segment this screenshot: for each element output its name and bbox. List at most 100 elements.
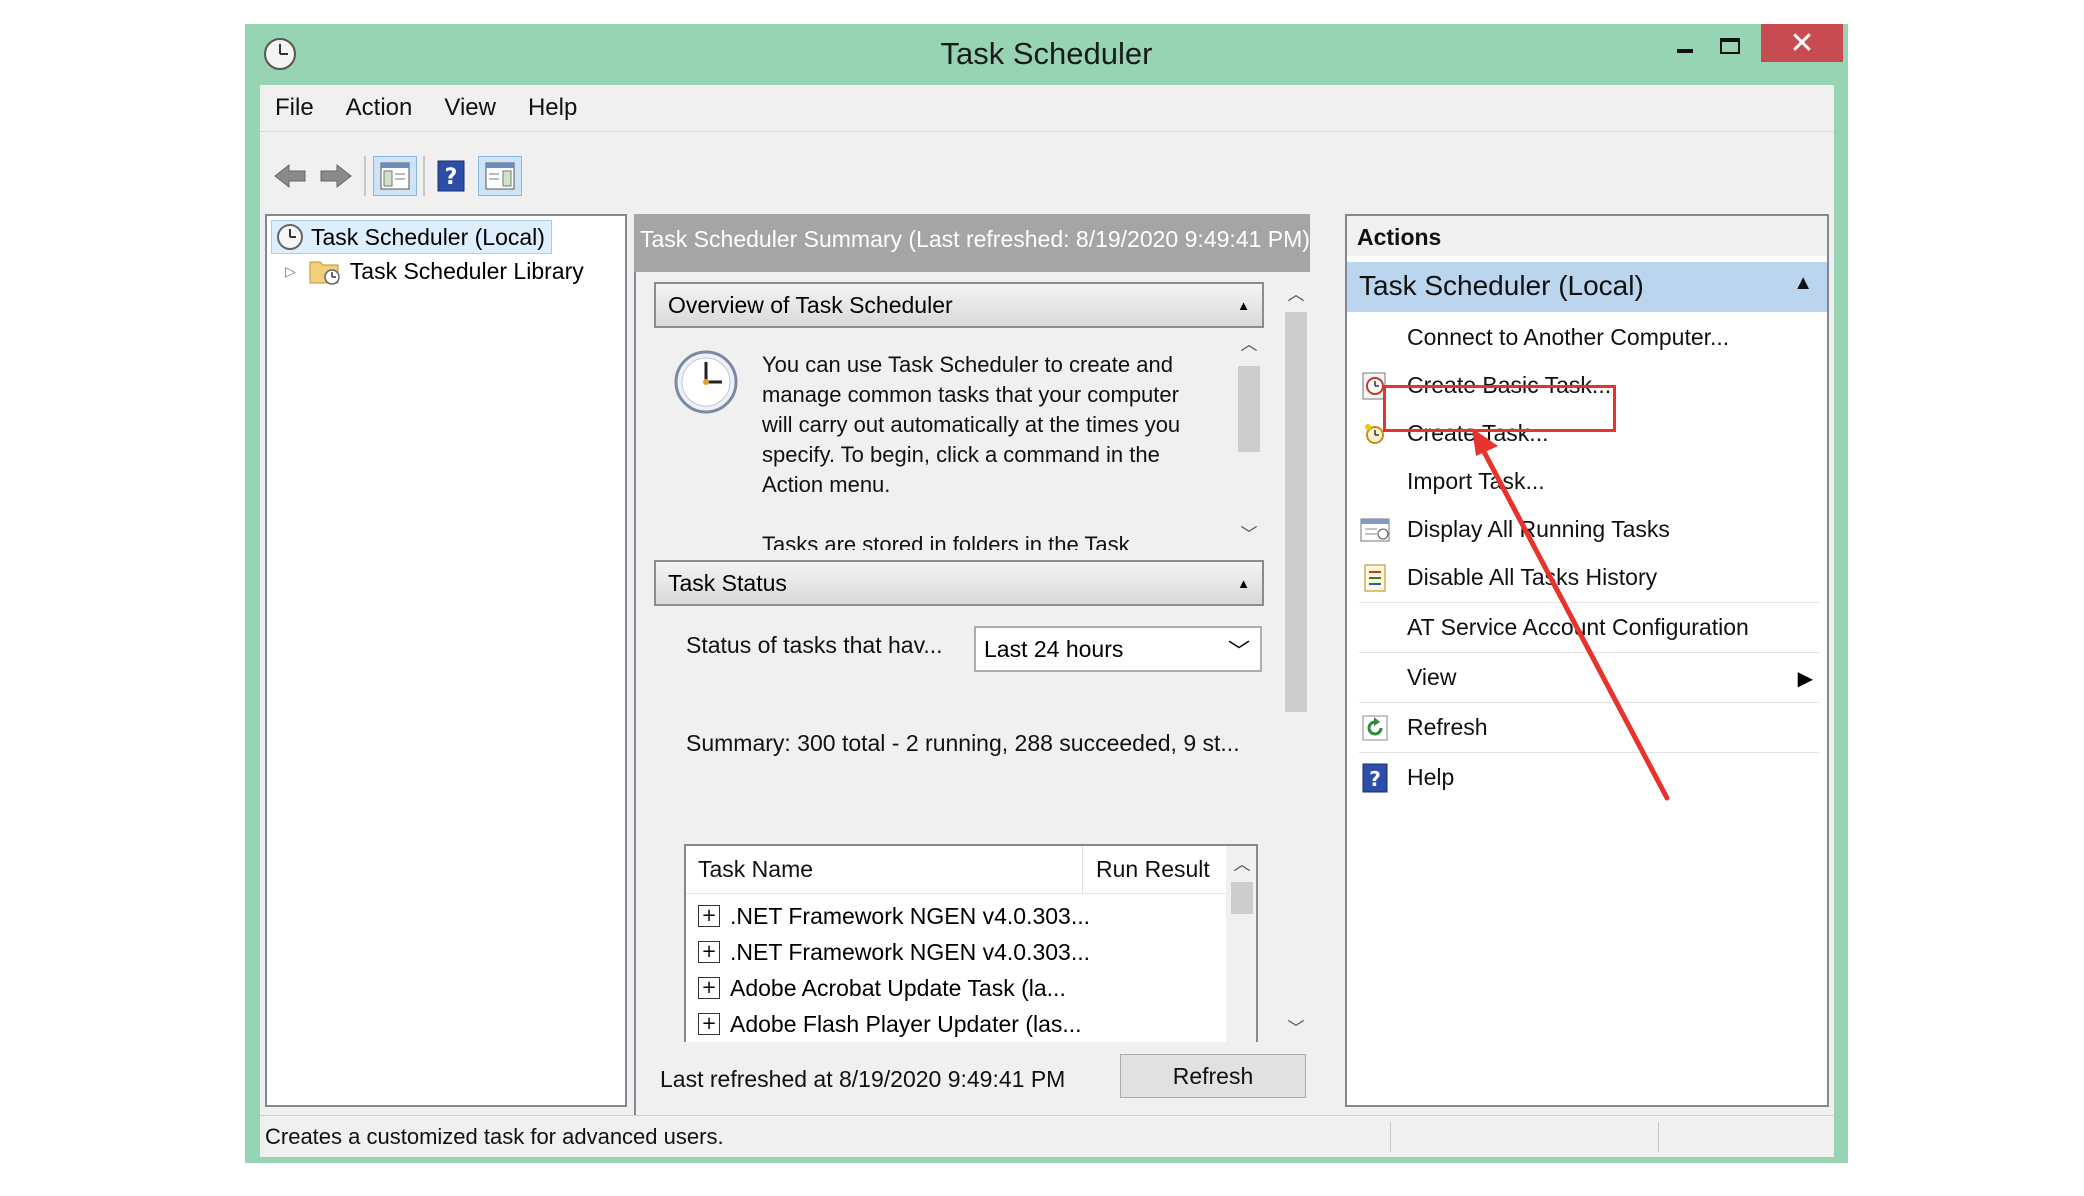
show-hide-console-tree-button[interactable] [373,156,417,196]
title-bar[interactable]: Task Scheduler ✕ [245,24,1848,84]
scroll-thumb[interactable] [1231,882,1253,914]
summary-pane: Task Scheduler Summary (Last refreshed: … [634,214,1310,1123]
expand-plus-icon[interactable]: + [698,905,720,927]
table-row[interactable]: + Adobe Acrobat Update Task (la... [698,970,1066,1006]
action-help[interactable]: ? Help [1347,758,1827,800]
overview-box: You can use Task Scheduler to create and… [656,330,1264,550]
status-text: Creates a customized task for advanced u… [265,1124,724,1149]
svg-text:?: ? [1369,767,1381,791]
maximize-icon [1720,38,1740,54]
minimize-icon [1677,49,1693,53]
section-title: Task Status [668,570,787,596]
dropdown-value: Last 24 hours [984,636,1124,662]
menu-bar: File Action View Help [260,85,1834,131]
menu-action[interactable]: Action [346,94,413,122]
action-label: View [1407,664,1457,690]
action-at-service-config[interactable]: AT Service Account Configuration [1347,608,1827,650]
refresh-button[interactable]: Refresh [1120,1054,1306,1098]
table-row[interactable]: + .NET Framework NGEN v4.0.303... [698,898,1090,934]
summary-content: Overview of Task Scheduler ▲ You can use… [634,272,1282,1052]
scroll-down-icon[interactable]: ﹀ [1282,1014,1310,1039]
tree-item-task-scheduler-local[interactable]: Task Scheduler (Local) [271,220,552,254]
summary-scrollbar[interactable]: ︿ ﹀ [1282,272,1310,1042]
scroll-up-icon[interactable]: ︿ [1282,280,1310,305]
clock-icon [674,350,738,414]
refresh-icon [1362,715,1388,741]
scroll-up-icon[interactable]: ︿ [1234,330,1264,355]
grid-header: Task Name Run Result [686,846,1226,894]
actions-group-header[interactable]: Task Scheduler (Local) ▲ [1347,262,1827,312]
column-divider[interactable] [1082,846,1083,894]
overview-scrollbar[interactable]: ︿ ﹀ [1234,330,1264,550]
action-label: Help [1407,764,1455,790]
expand-plus-icon[interactable]: + [698,941,720,963]
status-filter-label: Status of tasks that hav... [686,632,943,658]
table-row[interactable]: + Adobe Flash Player Updater (las... [698,1006,1082,1042]
action-connect-computer[interactable]: Connect to Another Computer... [1347,318,1827,360]
status-period-dropdown[interactable]: Last 24 hours ﹀ [974,626,1262,672]
collapse-icon[interactable]: ▲ [1237,576,1250,591]
task-status-grid: Task Name Run Result + .NET Framework NGE… [684,844,1258,1052]
action-display-running-tasks[interactable]: Display All Running Tasks [1347,510,1827,552]
table-row[interactable]: + .NET Framework NGEN v4.0.303... [698,934,1090,970]
forward-button[interactable] [316,156,356,196]
task-name: Adobe Acrobat Update Task (la... [730,974,1066,1001]
help-button[interactable]: ? [432,156,470,196]
actions-pane: Actions Task Scheduler (Local) ▲ Connect… [1345,214,1829,1107]
help-icon: ? [1362,763,1388,793]
action-view-submenu[interactable]: View ▶ [1347,658,1827,700]
folder-clock-icon [309,261,340,285]
close-icon: ✕ [1789,26,1815,60]
close-button[interactable]: ✕ [1761,24,1843,62]
create-task-highlight-box [1383,385,1616,432]
help-icon: ? [437,160,465,192]
show-hide-action-pane-button[interactable] [478,156,522,196]
scroll-thumb[interactable] [1238,366,1260,452]
actions-group-title: Task Scheduler (Local) [1359,270,1644,301]
main-area: Task Scheduler (Local) ▷ Task Scheduler … [260,206,1834,1123]
overview-section-header[interactable]: Overview of Task Scheduler ▲ [654,282,1264,328]
action-label: Display All Running Tasks [1407,516,1670,542]
grid-scrollbar[interactable]: ︿ [1226,846,1256,1050]
collapse-icon[interactable]: ▲ [1237,298,1250,313]
running-tasks-icon [1360,518,1390,542]
collapse-icon[interactable]: ▲ [1793,272,1813,295]
toolbar: ? [260,131,1834,206]
history-icon [1364,564,1386,592]
task-name: Adobe Flash Player Updater (las... [730,1010,1082,1037]
column-header-task-name[interactable]: Task Name [698,856,813,883]
overview-text-continued: Tasks are stored in folders in the Task [762,532,1130,550]
window-title: Task Scheduler [940,36,1153,71]
expand-arrow-icon[interactable]: ▷ [285,263,296,280]
tree-item-task-scheduler-library[interactable]: ▷ Task Scheduler Library [285,256,584,286]
tree-label: Task Scheduler (Local) [311,223,545,250]
action-label: Refresh [1407,714,1488,740]
status-divider [1658,1122,1659,1152]
action-pane-icon [485,162,515,190]
svg-text:?: ? [445,165,458,190]
action-label: Import Task... [1407,468,1545,494]
action-refresh[interactable]: Refresh [1347,708,1827,750]
task-name: .NET Framework NGEN v4.0.303... [730,938,1091,965]
action-disable-history[interactable]: Disable All Tasks History [1347,558,1827,600]
divider [1359,752,1819,753]
scroll-down-icon[interactable]: ﹀ [1234,520,1264,545]
scroll-thumb[interactable] [1285,312,1307,712]
menu-view[interactable]: View [444,94,496,122]
menu-file[interactable]: File [275,94,314,122]
expand-plus-icon[interactable]: + [698,1013,720,1035]
action-label: AT Service Account Configuration [1407,614,1749,640]
clock-icon [277,224,303,250]
menu-help[interactable]: Help [528,94,577,122]
task-status-section-header[interactable]: Task Status ▲ [654,560,1264,606]
task-scheduler-window: Task Scheduler ✕ File Action View Help ?… [245,24,1848,1163]
action-import-task[interactable]: Import Task... [1347,462,1827,504]
task-name: .NET Framework NGEN v4.0.303... [730,902,1091,929]
divider [1359,602,1819,603]
scroll-up-icon[interactable]: ︿ [1226,850,1256,875]
expand-plus-icon[interactable]: + [698,977,720,999]
actions-title: Actions [1347,216,1827,256]
back-button[interactable] [270,156,310,196]
column-header-run-result[interactable]: Run Result [1096,856,1210,883]
maximize-button[interactable] [1700,24,1760,64]
